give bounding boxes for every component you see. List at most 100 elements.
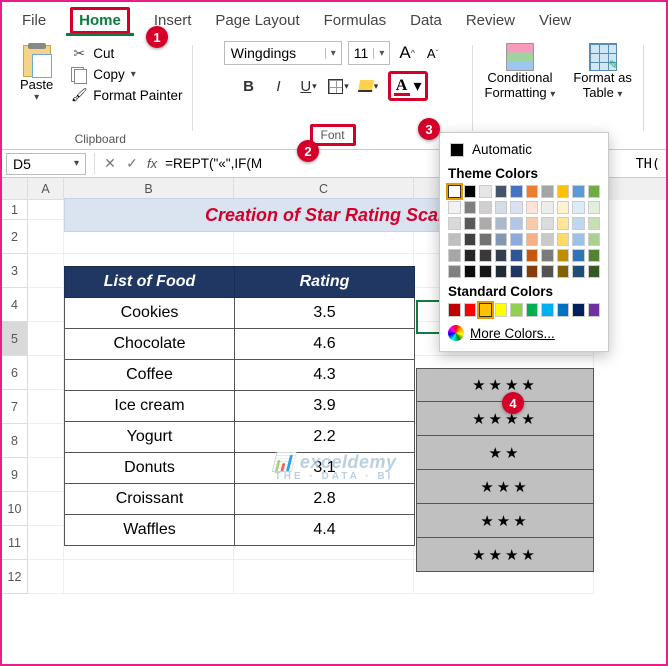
- color-swatch[interactable]: [448, 303, 461, 317]
- color-swatch[interactable]: [448, 249, 461, 262]
- color-swatch[interactable]: [448, 201, 461, 214]
- color-swatch[interactable]: [448, 185, 461, 198]
- color-swatch[interactable]: [510, 265, 523, 278]
- cell-rating[interactable]: 3.9: [235, 391, 415, 422]
- color-swatch[interactable]: [495, 201, 508, 214]
- chevron-down-icon[interactable]: ▾: [414, 76, 422, 96]
- color-swatch[interactable]: [510, 217, 523, 230]
- color-swatch[interactable]: [526, 185, 539, 198]
- row-header-4[interactable]: 4: [2, 288, 28, 322]
- chevron-down-icon[interactable]: ▾: [325, 48, 341, 59]
- color-swatch[interactable]: [464, 249, 477, 262]
- color-swatch[interactable]: [510, 303, 523, 317]
- row-header-5[interactable]: 5: [2, 322, 28, 356]
- font-size-combo[interactable]: 11▾: [348, 41, 391, 65]
- cell-stars[interactable]: ★★: [416, 436, 594, 470]
- color-swatch[interactable]: [588, 201, 601, 214]
- color-swatch[interactable]: [557, 185, 570, 198]
- color-swatch[interactable]: [448, 265, 461, 278]
- row-header-7[interactable]: 7: [2, 390, 28, 424]
- cell-rating[interactable]: 3.1: [235, 453, 415, 484]
- cell-food[interactable]: Ice cream: [65, 391, 235, 422]
- enter-formula-button[interactable]: ✓: [121, 155, 143, 172]
- font-color-button[interactable]: A ▾: [388, 71, 428, 101]
- italic-button[interactable]: I: [268, 75, 290, 97]
- color-swatch[interactable]: [541, 303, 554, 317]
- more-colors-item[interactable]: More Colors...: [448, 325, 600, 341]
- cell-stars[interactable]: ★★★: [416, 504, 594, 538]
- color-swatch[interactable]: [495, 233, 508, 246]
- color-swatch[interactable]: [572, 217, 585, 230]
- table-row[interactable]: Yogurt2.2: [65, 422, 415, 453]
- cell-food[interactable]: Waffles: [65, 515, 235, 546]
- color-swatch[interactable]: [541, 265, 554, 278]
- chevron-down-icon[interactable]: ▾: [373, 48, 389, 59]
- conditional-formatting-button[interactable]: Conditional Formatting ▾: [481, 41, 560, 103]
- color-swatch[interactable]: [479, 265, 492, 278]
- row-header-2[interactable]: 2: [2, 220, 28, 254]
- table-row[interactable]: Croissant2.8: [65, 484, 415, 515]
- color-swatch[interactable]: [572, 201, 585, 214]
- table-row[interactable]: Cookies3.5: [65, 298, 415, 329]
- color-swatch[interactable]: [572, 303, 585, 317]
- color-swatch[interactable]: [541, 233, 554, 246]
- row-header-12[interactable]: 12: [2, 560, 28, 594]
- color-swatch[interactable]: [479, 303, 492, 317]
- table-row[interactable]: Donuts3.1: [65, 453, 415, 484]
- color-swatch[interactable]: [510, 185, 523, 198]
- row-header-6[interactable]: 6: [2, 356, 28, 390]
- color-swatch[interactable]: [464, 303, 477, 317]
- font-name-combo[interactable]: Wingdings▾: [224, 41, 342, 65]
- tab-data[interactable]: Data: [398, 6, 454, 35]
- paste-button[interactable]: Paste ▾: [16, 41, 57, 107]
- cell-stars[interactable]: ★★★: [416, 470, 594, 504]
- color-swatch[interactable]: [557, 217, 570, 230]
- color-swatch[interactable]: [495, 185, 508, 198]
- cell-food[interactable]: Coffee: [65, 360, 235, 391]
- format-as-table-button[interactable]: Format as Table ▾: [569, 41, 636, 103]
- color-swatch[interactable]: [557, 233, 570, 246]
- data-table[interactable]: List of Food Rating Cookies3.5Chocolate4…: [64, 266, 415, 546]
- table-row[interactable]: Waffles4.4: [65, 515, 415, 546]
- tab-page-layout[interactable]: Page Layout: [203, 6, 311, 35]
- color-swatch[interactable]: [510, 201, 523, 214]
- color-swatch[interactable]: [479, 185, 492, 198]
- color-swatch[interactable]: [526, 249, 539, 262]
- color-swatch[interactable]: [557, 303, 570, 317]
- color-swatch[interactable]: [541, 217, 554, 230]
- color-swatch[interactable]: [588, 217, 601, 230]
- cell-rating[interactable]: 2.8: [235, 484, 415, 515]
- color-swatch[interactable]: [572, 233, 585, 246]
- row-header-10[interactable]: 10: [2, 492, 28, 526]
- color-swatch[interactable]: [526, 201, 539, 214]
- color-swatch[interactable]: [572, 249, 585, 262]
- underline-button[interactable]: U▾: [298, 75, 320, 97]
- tab-formulas[interactable]: Formulas: [312, 6, 399, 35]
- color-swatch[interactable]: [588, 249, 601, 262]
- color-swatch[interactable]: [572, 185, 585, 198]
- row-header-8[interactable]: 8: [2, 424, 28, 458]
- col-header-b[interactable]: B: [64, 178, 234, 200]
- color-swatch[interactable]: [464, 185, 477, 198]
- color-swatch[interactable]: [495, 249, 508, 262]
- color-swatch[interactable]: [495, 303, 508, 317]
- cell-rating[interactable]: 3.5: [235, 298, 415, 329]
- col-header-c[interactable]: C: [234, 178, 414, 200]
- color-swatch[interactable]: [464, 217, 477, 230]
- color-swatch[interactable]: [588, 265, 601, 278]
- color-swatch[interactable]: [479, 217, 492, 230]
- color-swatch[interactable]: [557, 201, 570, 214]
- automatic-color-item[interactable]: Automatic: [448, 139, 600, 160]
- col-header-a[interactable]: A: [28, 178, 64, 200]
- color-swatch[interactable]: [541, 249, 554, 262]
- cell-rating[interactable]: 4.6: [235, 329, 415, 360]
- color-swatch[interactable]: [510, 233, 523, 246]
- cell-rating[interactable]: 2.2: [235, 422, 415, 453]
- cell-food[interactable]: Donuts: [65, 453, 235, 484]
- color-swatch[interactable]: [479, 201, 492, 214]
- color-swatch[interactable]: [526, 303, 539, 317]
- color-swatch[interactable]: [495, 265, 508, 278]
- fill-color-button[interactable]: ▾: [358, 75, 380, 97]
- color-swatch[interactable]: [588, 303, 601, 317]
- color-swatch[interactable]: [526, 265, 539, 278]
